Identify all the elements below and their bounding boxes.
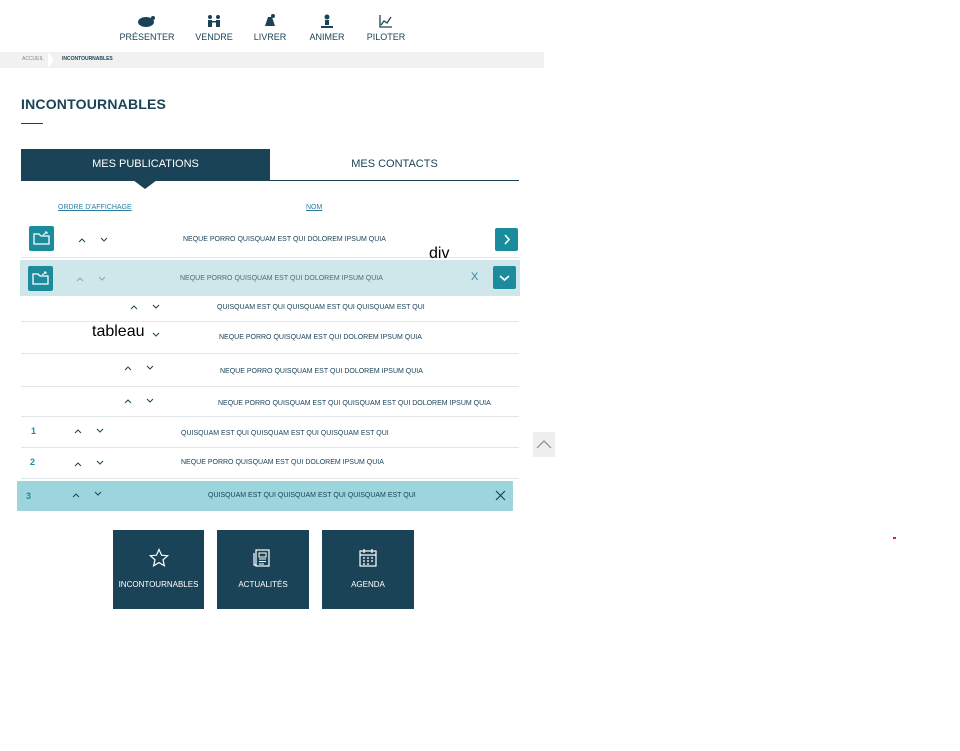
move-up-icon[interactable] [74, 460, 82, 468]
row-name: QUISQUAM EST QUI QUISQUAM EST QUI QUISQU… [217, 304, 425, 311]
table-row-highlighted[interactable]: 3 QUISQUAM EST QUI QUISQUAM EST QUI QUIS… [17, 481, 513, 511]
close-button[interactable]: X [471, 271, 478, 283]
nav-label: PRÉSENTER [119, 32, 175, 42]
folder-button[interactable] [29, 226, 54, 251]
move-up-icon[interactable] [124, 364, 132, 372]
folder-icon [32, 271, 49, 285]
move-up-icon[interactable] [72, 491, 80, 499]
chevron-up-icon [536, 440, 552, 449]
move-down-icon[interactable] [96, 459, 104, 467]
move-down-icon[interactable] [152, 303, 160, 311]
chef-hat-icon [138, 16, 155, 27]
row-number: 3 [26, 491, 32, 501]
host-icon [321, 14, 333, 28]
move-up-icon[interactable] [130, 303, 138, 311]
row-name: NEQUE PORRO QUISQUAM EST QUI DOLOREM IPS… [220, 368, 423, 375]
tab-mes-contacts[interactable]: MES CONTACTS [270, 149, 519, 180]
star-icon [148, 548, 169, 568]
calendar-icon [359, 549, 377, 567]
row-divider [21, 386, 519, 387]
move-down-icon[interactable] [100, 236, 108, 244]
row-name: QUISQUAM EST QUI QUISQUAM EST QUI QUISQU… [181, 430, 389, 437]
page-title: INCONTOURNABLES [21, 96, 167, 112]
nav-item-presenter[interactable]: PRÉSENTER [112, 14, 182, 42]
row-name: QUISQUAM EST QUI QUISQUAM EST QUI QUISQU… [208, 492, 416, 499]
row-name: NEQUE PORRO QUISQUAM EST QUI DOLOREM IPS… [219, 334, 422, 341]
sort-order-header[interactable]: ORDRE D'AFFICHAGE [58, 204, 132, 211]
close-icon[interactable] [495, 490, 506, 501]
chevron-down-icon [499, 275, 510, 282]
folder-button[interactable] [28, 266, 53, 291]
row-divider [21, 321, 519, 322]
move-down-icon[interactable] [94, 490, 102, 498]
annotation-tableau: tableau [92, 323, 145, 340]
collapse-row-button[interactable] [493, 266, 516, 289]
tile-agenda[interactable]: AGENDA [322, 530, 414, 609]
move-down-icon[interactable] [146, 364, 154, 372]
move-up-icon[interactable] [74, 427, 82, 435]
tile-label: ACTUALITÉS [238, 580, 288, 589]
scroll-to-top-button[interactable] [533, 432, 555, 457]
row-name: NEQUE PORRO QUISQUAM EST QUI DOLOREM IPS… [181, 459, 384, 466]
nav-label: LIVRER [253, 32, 287, 42]
tabs-underline [21, 180, 519, 181]
delivery-icon [265, 14, 275, 26]
row-divider [21, 416, 519, 417]
move-up-icon[interactable] [78, 236, 86, 244]
move-up-icon[interactable] [124, 397, 132, 405]
sort-name-header[interactable]: NOM [306, 204, 322, 211]
expand-row-button[interactable] [495, 228, 518, 251]
annotation-div: div [429, 245, 450, 262]
newspaper-icon [253, 549, 270, 567]
move-up-icon[interactable] [76, 275, 84, 283]
move-down-icon[interactable] [98, 275, 106, 283]
active-tab-arrow [133, 180, 157, 189]
row-divider [21, 447, 519, 448]
tile-incontournables[interactable]: INCONTOURNABLES [113, 530, 204, 609]
nav-item-piloter[interactable]: PILOTER [351, 14, 421, 42]
row-divider [21, 353, 519, 354]
nav-label: ANIMER [309, 32, 345, 42]
row-name: NEQUE PORRO QUISQUAM EST QUI DOLOREM IPS… [180, 275, 383, 282]
breadcrumb-current: INCONTOURNABLES [62, 56, 113, 62]
red-marker [893, 537, 896, 539]
breadcrumb-separator [48, 52, 54, 68]
tab-mes-publications[interactable]: MES PUBLICATIONS [21, 149, 270, 180]
tile-actualites[interactable]: ACTUALITÉS [217, 530, 309, 609]
nav-label: PILOTER [366, 32, 406, 42]
table-row-selected[interactable]: NEQUE PORRO QUISQUAM EST QUI DOLOREM IPS… [20, 260, 520, 296]
nav-label: VENDRE [195, 32, 233, 42]
chart-icon [379, 15, 392, 28]
breadcrumb-home-link[interactable]: ACCUEIL [22, 56, 44, 62]
row-divider [21, 478, 519, 479]
move-down-icon[interactable] [146, 397, 154, 405]
move-down-icon[interactable] [152, 331, 160, 339]
move-down-icon[interactable] [96, 427, 104, 435]
tile-label: AGENDA [351, 580, 385, 589]
row-number: 2 [30, 457, 36, 467]
row-number: 1 [31, 426, 37, 436]
row-name: NEQUE PORRO QUISQUAM EST QUI QUISQUAM ES… [218, 400, 491, 407]
people-icon [208, 15, 220, 27]
tile-label: INCONTOURNABLES [118, 580, 199, 589]
title-underline [21, 123, 43, 124]
row-name: NEQUE PORRO QUISQUAM EST QUI DOLOREM IPS… [183, 236, 386, 243]
folder-icon [33, 231, 50, 245]
chevron-right-icon [504, 234, 511, 245]
